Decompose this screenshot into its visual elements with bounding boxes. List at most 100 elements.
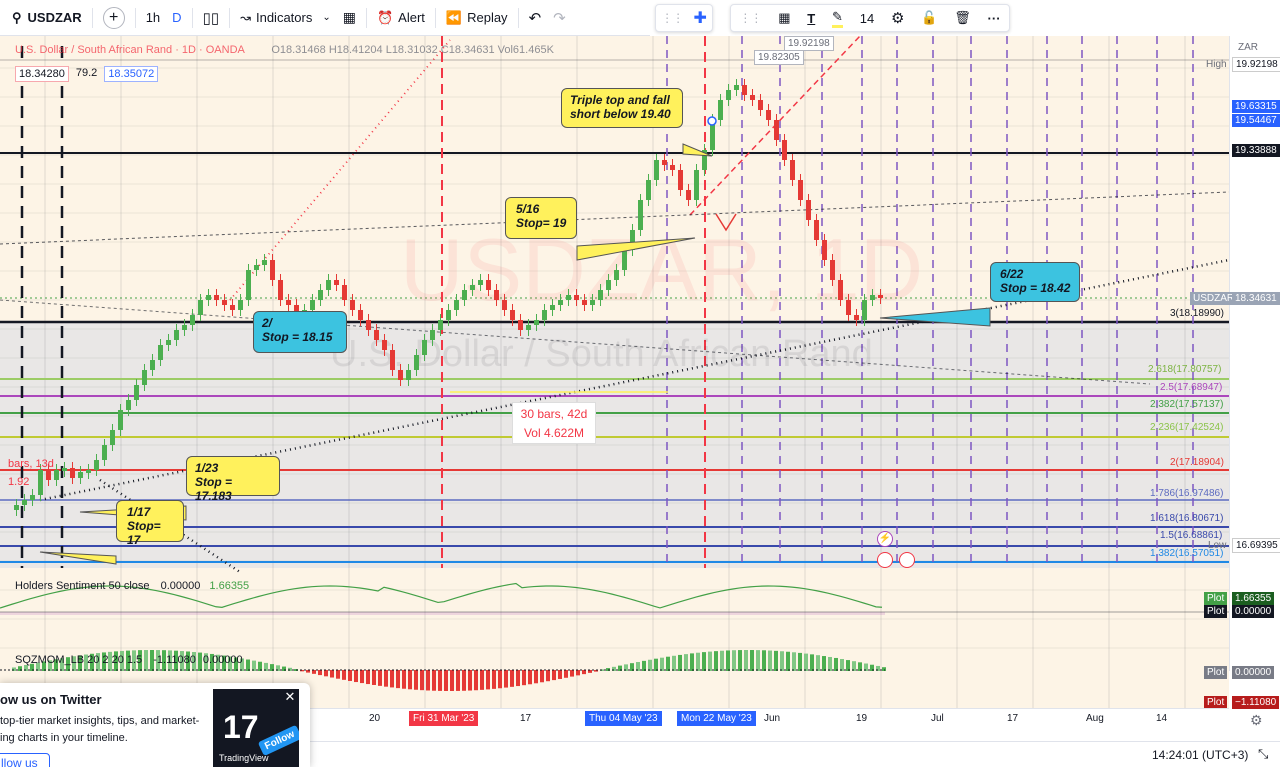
symbol-price-label: USDZAR: [1190, 292, 1238, 305]
undo-icon: ↶: [528, 9, 542, 27]
more-icon[interactable]: ···: [988, 11, 1001, 26]
sqz-bar: [798, 652, 802, 671]
callout-stop: Stop = 18.15: [262, 330, 333, 344]
sqz-bar: [372, 670, 376, 685]
candle-body: [62, 468, 67, 471]
gear-icon[interactable]: ⚙: [1250, 712, 1263, 729]
candle-body: [438, 320, 443, 330]
chart-type-button[interactable]: ▯▯: [197, 4, 226, 32]
candle-body: [334, 280, 339, 285]
candle-body: [878, 295, 883, 298]
sqz-bar: [714, 651, 718, 671]
sqz-bar: [414, 670, 418, 690]
candle-body: [678, 170, 683, 190]
callout-stop: Stop= 19: [516, 216, 567, 230]
symbol-search[interactable]: ⚲ USDZAR: [6, 4, 88, 32]
candle-body: [94, 460, 99, 470]
candle-body: [654, 160, 659, 180]
sqz-plot-label: Plot: [1204, 666, 1228, 679]
follow-badge: Follow: [257, 724, 299, 757]
price-axis[interactable]: [1229, 36, 1280, 671]
lock-icon[interactable]: 🔓: [921, 10, 937, 26]
measure-bars: 30 bars, 42d: [520, 407, 588, 421]
alarm-icon: ⏰: [376, 9, 394, 25]
price-chart-canvas[interactable]: 19.8000019.6000019.4000019.2000019.00000…: [0, 35, 1280, 741]
sqz-bar: [804, 653, 808, 671]
interval-1h[interactable]: 1h: [140, 4, 166, 32]
currency-label[interactable]: ZAR: [1238, 42, 1258, 53]
drag-handle-icon[interactable]: ⋮⋮: [661, 11, 684, 25]
text-color-icon[interactable]: T: [807, 11, 815, 26]
sqz-bar: [660, 657, 664, 671]
measure-info-box: 30 bars, 42d Vol 4.622M: [512, 402, 596, 444]
candle-body: [734, 85, 739, 90]
interval-d[interactable]: D: [166, 4, 187, 32]
callout-2[interactable]: 2/ Stop = 18.15: [253, 311, 347, 353]
sqz-bar: [690, 653, 694, 671]
sqz-bar: [828, 656, 832, 671]
trash-icon[interactable]: 🗑: [954, 10, 971, 26]
close-icon[interactable]: ✕: [283, 689, 297, 705]
sqz-bar: [252, 660, 256, 671]
sqz-bar: [330, 670, 334, 678]
callout-1-17[interactable]: 1/17 Stop= 17: [116, 500, 184, 547]
symbol-label: USDZAR: [27, 10, 82, 25]
lightning-icon[interactable]: ⚡: [877, 531, 893, 547]
indicators-button[interactable]: ↝ Indicators ⌄: [234, 4, 337, 32]
follow-button[interactable]: llow us: [0, 753, 50, 767]
candle-body: [102, 445, 107, 460]
candle-body: [638, 200, 643, 230]
replay-icon: ⏪: [445, 9, 463, 25]
sqz-bar: [696, 652, 700, 671]
sqz-bar: [504, 670, 508, 688]
callout-triple-top[interactable]: Triple top and fall short below 19.40: [561, 88, 683, 128]
candle-body: [254, 265, 259, 270]
sqz-bar: [738, 650, 742, 671]
flag-icon[interactable]: [899, 552, 915, 568]
fill-color-icon[interactable]: ✎: [832, 9, 843, 28]
fib-label: 2.5(17.68947): [1160, 382, 1223, 393]
callout-1-23[interactable]: 1/23 Stop = 17.183: [186, 456, 280, 503]
sqz-bar: [420, 670, 424, 691]
grid-icon: ▦: [342, 9, 356, 25]
sqz-bar: [654, 658, 658, 671]
layouts-button[interactable]: ▦: [337, 4, 362, 32]
candle-body: [550, 305, 555, 310]
crosshair-icon[interactable]: ✚: [693, 8, 706, 28]
replay-button[interactable]: ⏪ Replay: [440, 4, 514, 32]
candle-body: [614, 270, 619, 280]
sentiment-value-1: 0.00000: [160, 580, 201, 592]
candle-body: [190, 315, 195, 325]
undo-button[interactable]: ↶: [523, 4, 548, 32]
popup-body: top-tier market insights, tips, and mark…: [0, 715, 200, 744]
chart-area[interactable]: 19.8000019.6000019.4000019.2000019.00000…: [0, 35, 1280, 741]
template-icon[interactable]: ▦: [778, 10, 790, 26]
sqz-bar: [366, 670, 370, 685]
candle-body: [198, 300, 203, 315]
font-size-value[interactable]: 14: [860, 11, 874, 26]
candle-body: [38, 470, 43, 495]
candle-body: [54, 470, 59, 480]
flag-icon[interactable]: [877, 552, 893, 568]
clock-time[interactable]: 14:24:01 (UTC+3): [1152, 748, 1248, 762]
candle-body: [822, 240, 827, 260]
gear-icon[interactable]: ⚙: [891, 9, 904, 27]
expand-icon[interactable]: ⤡: [1258, 746, 1268, 762]
sqz-bar: [396, 670, 400, 689]
candles-icon: ▯▯: [202, 9, 220, 27]
redo-button[interactable]: ↷: [547, 4, 572, 32]
candle-body: [846, 300, 851, 315]
redo-icon: ↷: [553, 9, 566, 27]
callout-stop: Stop = 18.42: [1000, 281, 1071, 295]
callout-date: 6/22: [1000, 267, 1024, 281]
candle-body: [398, 370, 403, 380]
drag-handle-icon[interactable]: ⋮⋮: [739, 11, 762, 25]
compare-button[interactable]: +: [97, 4, 131, 32]
candle-body: [126, 400, 131, 410]
alert-button[interactable]: ⏰ Alert: [371, 4, 431, 32]
candle-body: [742, 85, 747, 95]
callout-6-22[interactable]: 6/22 Stop = 18.42: [990, 262, 1080, 302]
candle-body: [78, 472, 83, 478]
time-label: Jun: [764, 713, 781, 724]
callout-5-16[interactable]: 5/16 Stop= 19: [505, 197, 577, 239]
